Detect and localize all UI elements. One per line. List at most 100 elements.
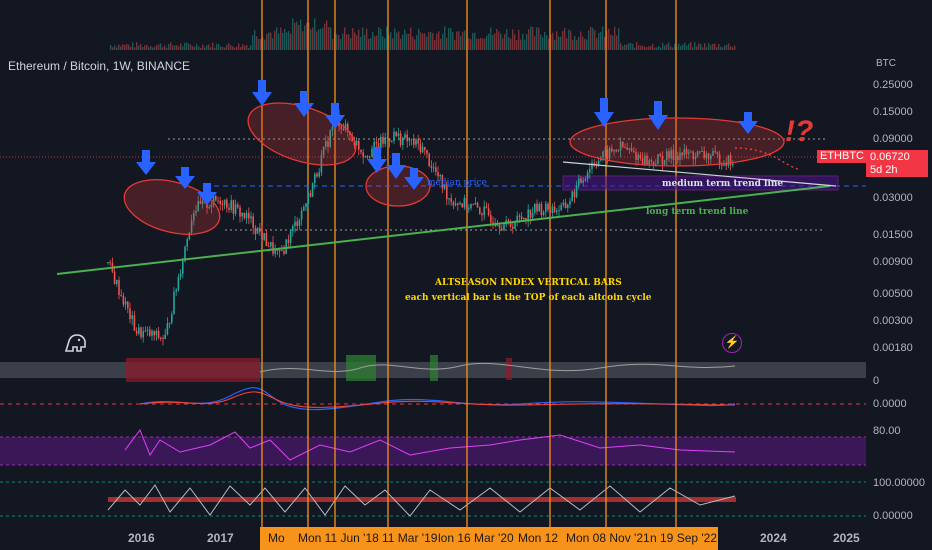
candle-body xyxy=(472,204,474,206)
volume-bar xyxy=(332,38,334,50)
volume-bar xyxy=(140,43,142,50)
median-price-label: median price xyxy=(427,178,487,188)
volume-bar xyxy=(598,32,600,50)
volume-bar xyxy=(318,29,320,50)
price-tick-label: 0.09000 xyxy=(873,133,913,146)
volume-bar xyxy=(530,26,532,50)
candle-body xyxy=(426,150,428,154)
volume-bar xyxy=(586,39,588,50)
candle-body xyxy=(153,330,155,336)
candle-body xyxy=(300,210,303,220)
badge-price: 0.06720 xyxy=(870,151,910,163)
volume-bar xyxy=(394,28,396,50)
altseason-subtitle: each vertical bar is the TOP of each alt… xyxy=(405,293,652,303)
candle-body xyxy=(562,202,565,205)
candle-body xyxy=(386,137,389,139)
volume-bar xyxy=(570,30,572,50)
volume-bar xyxy=(234,47,236,50)
candle-body xyxy=(485,206,488,209)
candle-body xyxy=(523,218,525,220)
date-label: lon 16 Mar '20 xyxy=(438,531,514,545)
volume-bar xyxy=(152,47,154,50)
candle-body xyxy=(309,192,312,197)
pane-1-green-zone-2 xyxy=(430,355,438,381)
candle-body xyxy=(252,216,254,228)
candle-body xyxy=(314,173,316,184)
volume-bar xyxy=(490,27,492,50)
candle-body xyxy=(529,209,532,218)
volume-bar xyxy=(238,43,240,50)
candle-body xyxy=(182,260,184,274)
volume-bar xyxy=(614,26,616,50)
volume-bar xyxy=(312,27,314,50)
candle-body xyxy=(542,212,545,215)
volume-bar xyxy=(580,31,582,50)
volume-bar xyxy=(458,31,460,50)
candle-body xyxy=(573,191,576,198)
candle-body xyxy=(538,203,540,212)
lightning-icon[interactable]: ⚡ xyxy=(722,333,742,353)
volume-bar xyxy=(412,36,414,50)
candle-body xyxy=(406,134,408,142)
candle-body xyxy=(263,233,265,240)
volume-bar xyxy=(698,43,700,50)
volume-bar xyxy=(184,42,186,50)
candle-body xyxy=(118,280,120,295)
volume-bar xyxy=(342,33,344,50)
volume-bar xyxy=(626,44,628,50)
volume-bar xyxy=(192,46,194,50)
candle-body xyxy=(298,219,301,226)
tradingview-logo-icon[interactable] xyxy=(63,331,89,355)
candle-body xyxy=(276,249,279,252)
volume-bar xyxy=(214,47,216,50)
volume-bar xyxy=(216,43,218,50)
candle-body xyxy=(177,276,180,290)
candle-body xyxy=(318,172,320,177)
volume-bar xyxy=(176,45,178,50)
volume-bar xyxy=(546,35,548,50)
volume-bar xyxy=(672,47,674,50)
candle-body xyxy=(575,185,578,198)
volume-bar xyxy=(336,34,338,50)
volume-bar xyxy=(634,47,636,50)
volume-bar xyxy=(494,33,496,50)
volume-bar xyxy=(612,35,614,50)
candle-body xyxy=(435,167,437,173)
volume-bar xyxy=(372,31,374,50)
candle-body xyxy=(569,200,571,205)
candle-body xyxy=(261,231,263,240)
volume-bar xyxy=(556,31,558,50)
volume-bar xyxy=(118,44,120,50)
volume-bar xyxy=(700,44,702,50)
volume-bar xyxy=(352,28,354,50)
price-tick-label: 0.03000 xyxy=(873,192,913,205)
volume-bar xyxy=(188,43,190,50)
candle-body xyxy=(133,315,136,331)
volume-bar xyxy=(436,33,438,50)
volume-bar xyxy=(350,38,352,50)
candle-body xyxy=(417,139,419,144)
volume-bar xyxy=(708,43,710,50)
candle-body xyxy=(432,167,435,169)
candle-body xyxy=(421,146,424,153)
candle-body xyxy=(547,203,549,210)
candle-body xyxy=(245,213,248,219)
volume-bar xyxy=(406,33,408,50)
volume-bar xyxy=(650,45,652,50)
pane-4-red-band xyxy=(108,497,736,502)
volume-bar xyxy=(124,45,126,50)
volume-bar xyxy=(498,31,500,50)
candle-body xyxy=(448,198,450,200)
candle-body xyxy=(296,221,298,226)
volume-bar xyxy=(544,31,546,50)
volume-bar xyxy=(154,46,156,50)
candle-body xyxy=(278,250,281,252)
volume-bar xyxy=(170,42,172,50)
candle-body xyxy=(358,140,360,150)
candle-body xyxy=(175,289,177,292)
volume-bar xyxy=(476,38,478,50)
volume-bar xyxy=(658,46,660,50)
year-label: 2025 xyxy=(833,531,860,545)
price-tick-label: 0.25000 xyxy=(873,79,913,91)
volume-bar xyxy=(702,47,704,50)
